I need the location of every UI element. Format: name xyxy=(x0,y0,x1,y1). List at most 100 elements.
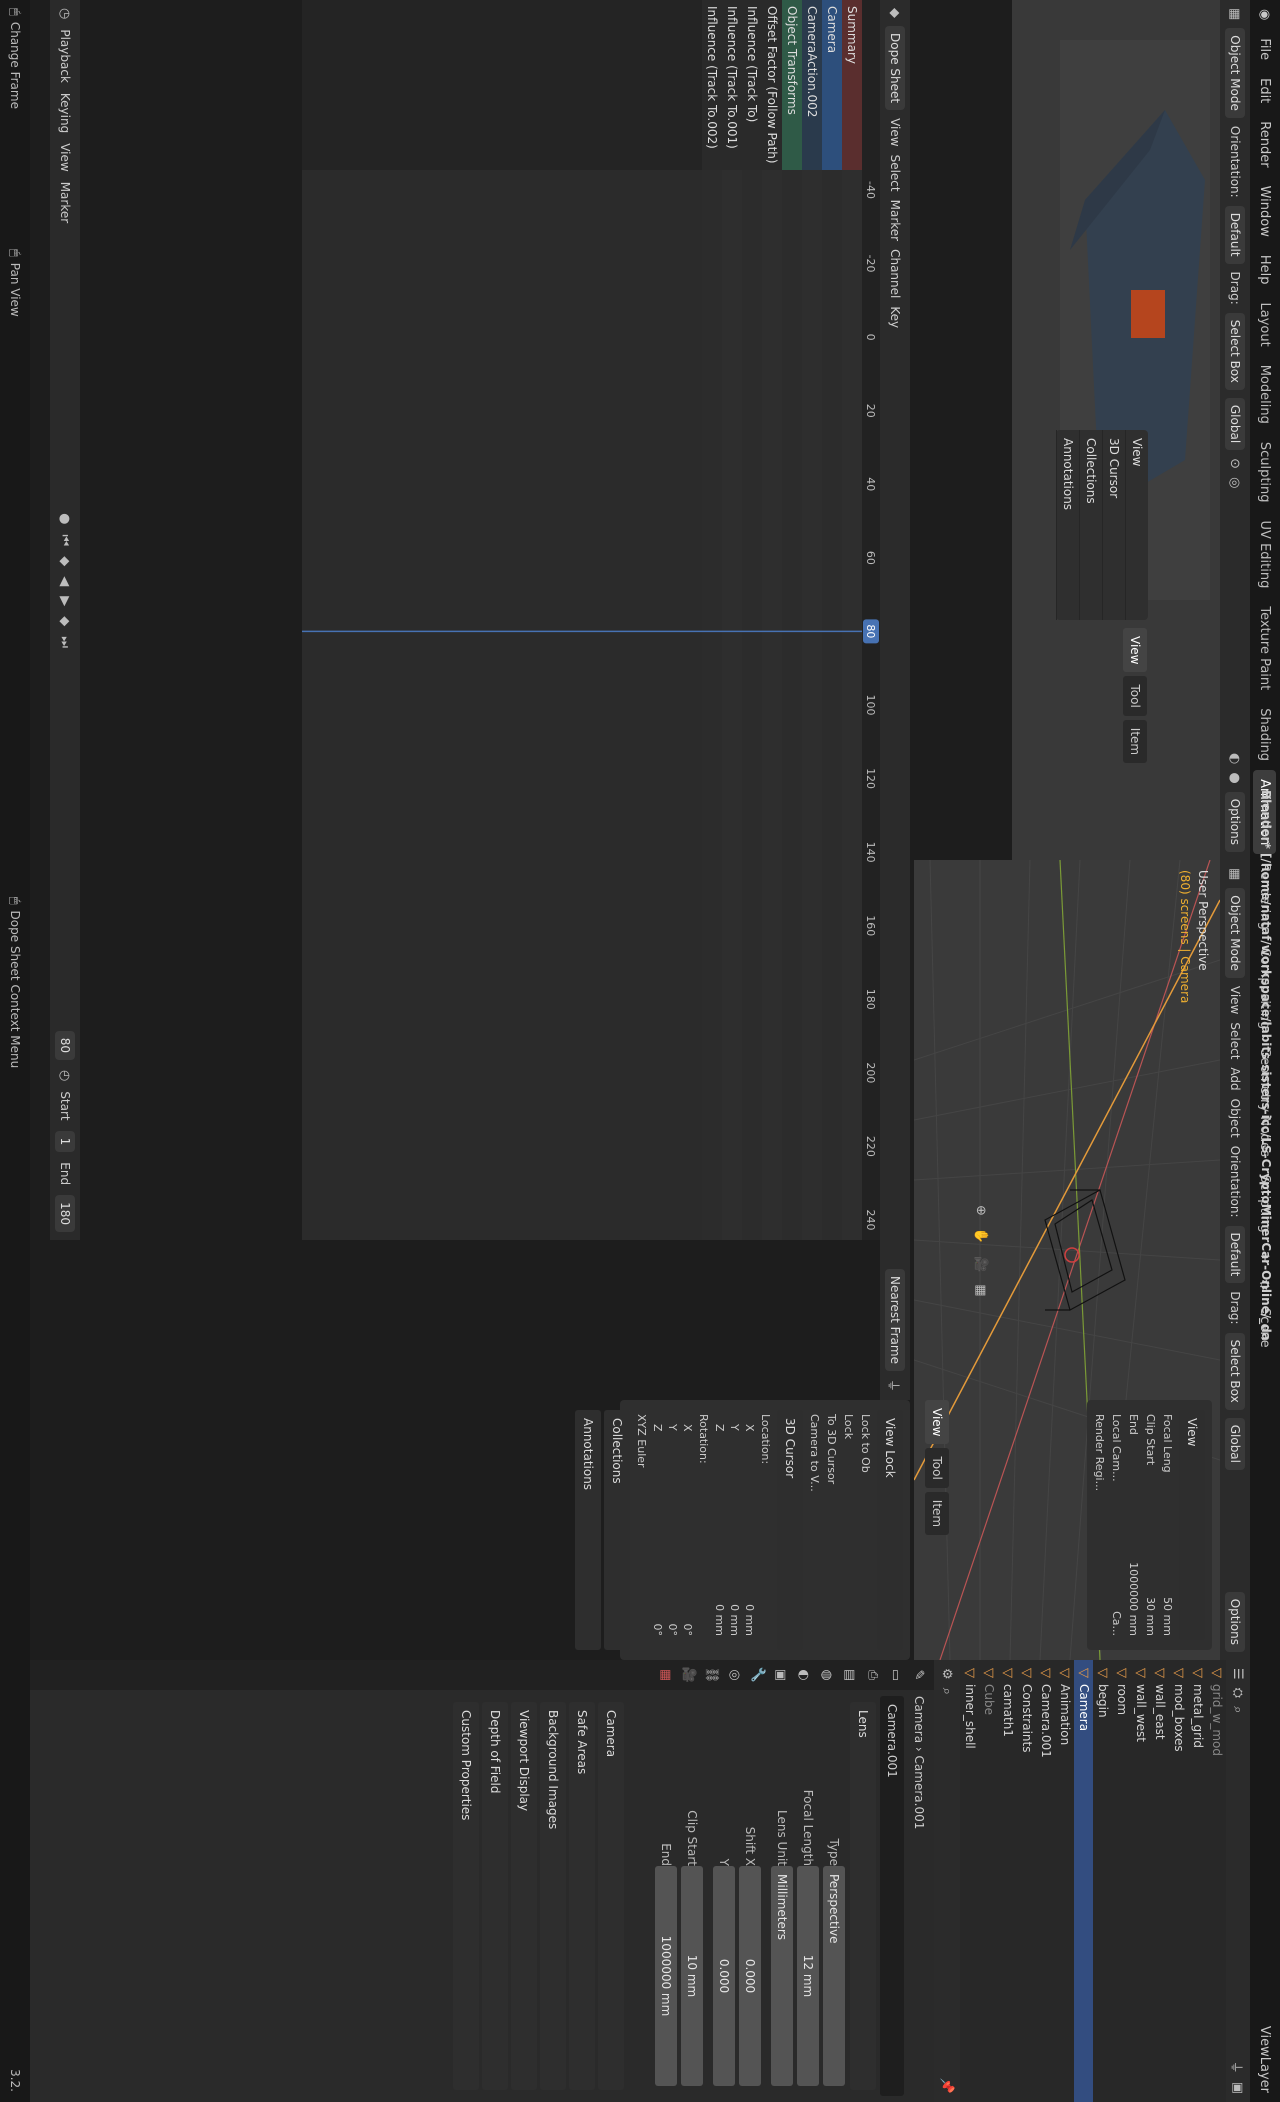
3d-cursor-header[interactable]: 3D Cursor xyxy=(777,1410,803,1650)
tab-tool[interactable]: Tool xyxy=(1123,676,1147,716)
physics-tab-icon[interactable]: ◎ xyxy=(727,1669,742,1680)
cursor-rx-field[interactable]: 0° xyxy=(681,1624,694,1637)
outliner-item[interactable]: ▽ Animation xyxy=(1055,1660,1074,2102)
shift-y-field[interactable]: 0.000 xyxy=(713,1866,735,2086)
collections-header[interactable]: Collections xyxy=(604,1410,630,1650)
dopesheet-ruler[interactable]: -40-200204060801001201401601802002202408… xyxy=(862,0,880,1240)
outliner-item[interactable]: ▽ camath1 xyxy=(998,1660,1017,2102)
background-images-panel-header[interactable]: Background Images xyxy=(540,1702,566,2090)
menu-edit[interactable]: Edit xyxy=(1258,69,1273,112)
end-frame-field[interactable]: 180 xyxy=(55,1195,75,1232)
editor-type-icon[interactable]: ◆ xyxy=(888,8,903,18)
object-tab-icon[interactable]: ▣ xyxy=(773,1669,788,1681)
menu-playback[interactable]: Playback xyxy=(58,29,72,83)
grid-view-icon[interactable]: ▦ xyxy=(973,1284,988,1296)
menu-view[interactable]: View xyxy=(58,143,72,171)
dopesheet-keyframe-area[interactable] xyxy=(302,170,862,1240)
search-icon[interactable]: ⌕ xyxy=(940,1688,955,1695)
viewport-display-panel-header[interactable]: Viewport Display xyxy=(511,1702,537,2090)
menu-view[interactable]: View xyxy=(888,118,902,146)
menu-object[interactable]: Object xyxy=(1228,1099,1242,1138)
camera-data-tab-icon[interactable]: 🎥 xyxy=(681,1667,696,1683)
main-viewport[interactable]: User Perspective (80) screens | Camera V… xyxy=(914,860,1220,1660)
clip-start-field[interactable]: 10 mm xyxy=(681,1866,703,2086)
menu-channel[interactable]: Channel xyxy=(888,249,902,298)
euler-mode-dropdown[interactable]: XYZ Euler xyxy=(633,1404,650,1656)
tab-view[interactable]: View xyxy=(1123,628,1147,673)
breadcrumb-data[interactable]: Camera.001 xyxy=(912,1756,926,1830)
channel-row[interactable]: Influence (Track To.002) xyxy=(702,0,722,170)
start-frame-field[interactable]: 1 xyxy=(55,1130,75,1153)
camera-viewport[interactable]: View 3D Cursor Collections Annotations V… xyxy=(1012,0,1220,860)
channel-row[interactable]: Influence (Track To) xyxy=(742,0,762,170)
annotations-header[interactable]: Annotations xyxy=(575,1410,601,1650)
camera-datablock-field[interactable]: Camera.001 xyxy=(880,1696,904,2096)
constraints-tab-icon[interactable]: ⛓ xyxy=(704,1667,719,1684)
editor-type-icon[interactable]: ▦ xyxy=(1228,8,1243,20)
shift-x-field[interactable]: 0.000 xyxy=(739,1866,761,2086)
render-tab-icon[interactable]: ▭ xyxy=(888,1669,903,1681)
outliner-item[interactable]: ▽ wall_east xyxy=(1150,1660,1169,2102)
modifier-tab-icon[interactable]: 🔧 xyxy=(750,1667,765,1683)
lens-type-dropdown[interactable]: Perspective xyxy=(823,1866,845,2086)
cursor-y-field[interactable]: 0 mm xyxy=(728,1604,741,1636)
outliner-item[interactable]: ▽ metal_grid xyxy=(1188,1660,1207,2102)
tab-view[interactable]: View xyxy=(925,1400,949,1445)
focal-length-field[interactable]: 12 mm xyxy=(797,1866,819,2086)
channel-row[interactable]: Offset Factor (Follow Path) xyxy=(762,0,782,170)
lock-to-object[interactable]: Lock to Ob xyxy=(857,1404,874,1656)
npanel-annotations[interactable]: Annotations xyxy=(1056,430,1079,620)
options-dropdown[interactable]: Options xyxy=(1225,1591,1245,1652)
filter-icon[interactable]: ⏚ xyxy=(1229,2061,1248,2074)
display-mode-icon[interactable]: ⛭ xyxy=(1231,1688,1246,1698)
npanel-3d-cursor[interactable]: 3D Cursor xyxy=(1102,430,1125,620)
view-layer-tab-icon[interactable]: ▤ xyxy=(842,1669,857,1681)
tool-tab-icon[interactable]: ✎ xyxy=(911,1670,926,1681)
blender-logo-icon[interactable]: ◉ xyxy=(1258,0,1273,29)
menu-keying[interactable]: Keying xyxy=(58,93,72,133)
view-lock-header[interactable]: View Lock xyxy=(877,1410,903,1650)
clip-start-field[interactable]: 30 mm xyxy=(1144,1597,1157,1636)
timeline-editor-icon[interactable]: ◷ xyxy=(58,8,73,19)
current-frame-field[interactable]: 80 xyxy=(55,1030,75,1060)
transform-orientation-dropdown[interactable]: Global xyxy=(1225,1417,1245,1470)
to-3d-cursor-checkbox[interactable]: To 3D Cursor xyxy=(823,1404,840,1656)
focal-length-field[interactable]: 50 mm xyxy=(1161,1597,1174,1636)
tab-uv-editing[interactable]: UV Editing xyxy=(1254,512,1277,598)
tab-tool[interactable]: Tool xyxy=(925,1448,949,1488)
play-reverse-icon[interactable]: ◀ xyxy=(58,576,73,586)
outliner-item[interactable]: ▽ grid_w_mod xyxy=(1207,1660,1226,2102)
clip-end-field[interactable]: 1000000 mm xyxy=(655,1866,677,2086)
channel-row[interactable]: Camera xyxy=(822,0,842,170)
channel-row[interactable]: Influence (Track To.001) xyxy=(722,0,742,170)
depth-of-field-panel-header[interactable]: Depth of Field xyxy=(482,1702,508,2090)
channel-row[interactable]: Object Transforms xyxy=(782,0,802,170)
snapping-dropdown[interactable]: Nearest Frame xyxy=(885,1269,905,1371)
custom-properties-panel-header[interactable]: Custom Properties xyxy=(453,1702,479,2090)
world-tab-icon[interactable]: ◐ xyxy=(796,1669,811,1680)
clip-end-field[interactable]: 1000000 mm xyxy=(1127,1562,1140,1636)
transform-orientation-dropdown[interactable]: Global xyxy=(1225,397,1245,451)
npanel-collections[interactable]: Collections xyxy=(1079,430,1102,620)
outliner-item[interactable]: ▽ room xyxy=(1112,1660,1131,2102)
outliner-item[interactable]: ▽ wall_west xyxy=(1131,1660,1150,2102)
menu-window[interactable]: Window xyxy=(1258,177,1273,246)
menu-render[interactable]: Render xyxy=(1258,112,1273,176)
scene-tab-icon[interactable]: ◍ xyxy=(819,1669,834,1680)
orientation-dropdown[interactable]: Default xyxy=(1225,205,1245,264)
lens-panel-header[interactable]: Lens xyxy=(850,1702,876,2090)
cursor-z-field[interactable]: 0 mm xyxy=(713,1604,726,1636)
breadcrumb-object[interactable]: Camera xyxy=(912,1696,926,1743)
view-panel-header[interactable]: View xyxy=(1179,1410,1205,1640)
safe-areas-panel-header[interactable]: Safe Areas xyxy=(569,1702,595,2090)
outliner-item[interactable]: ▽ Camera xyxy=(1074,1660,1093,2102)
zoom-icon[interactable]: ⊕ xyxy=(973,1205,988,1216)
menu-marker[interactable]: Marker xyxy=(888,200,902,241)
menu-view[interactable]: View xyxy=(1228,986,1242,1014)
overlay-icon[interactable]: ◐ xyxy=(1228,753,1243,764)
menu-add[interactable]: Add xyxy=(1228,1067,1242,1090)
tab-item[interactable]: Item xyxy=(1123,719,1147,764)
new-collection-icon[interactable]: ▣ xyxy=(1231,2082,1246,2094)
outliner-item[interactable]: ▽ begin xyxy=(1093,1660,1112,2102)
jump-end-icon[interactable]: ⏭ xyxy=(58,636,73,648)
